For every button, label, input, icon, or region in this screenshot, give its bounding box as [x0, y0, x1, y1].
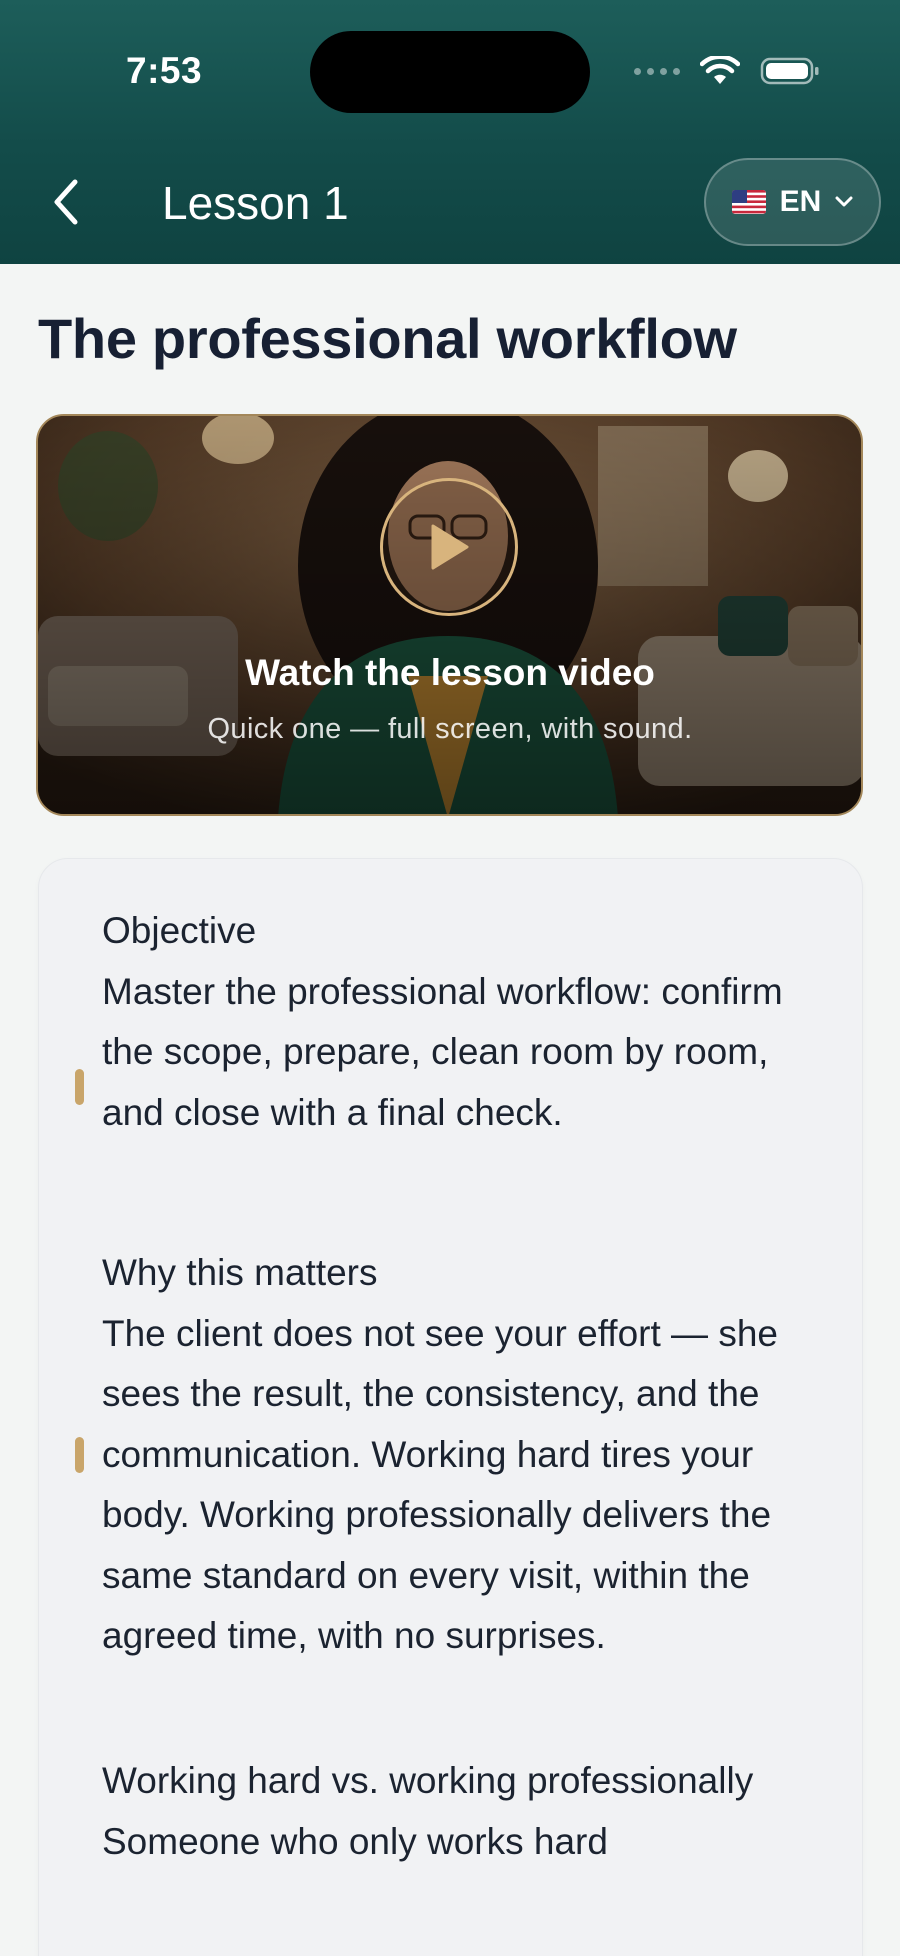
section-body: The client does not see your effort — sh…	[102, 1312, 778, 1657]
accent-bar	[75, 1437, 84, 1473]
chevron-down-icon	[835, 196, 853, 207]
navigation-bar: Lesson 1 EN	[0, 156, 900, 248]
play-icon	[431, 524, 469, 570]
section-label: Why this matters	[102, 1252, 378, 1293]
section-label: Objective	[102, 910, 257, 951]
video-title: Watch the lesson video	[245, 652, 655, 693]
section-label: Working hard vs. working professionally	[102, 1760, 754, 1801]
page-title: The professional workflow	[38, 307, 737, 370]
wifi-icon	[700, 56, 740, 86]
accent-bar	[75, 1069, 84, 1105]
battery-icon	[760, 56, 820, 86]
section-body: Someone who only works hard	[102, 1820, 608, 1862]
status-icons	[634, 56, 820, 86]
chevron-left-icon	[54, 179, 78, 225]
language-code: EN	[779, 185, 822, 218]
status-time: 7:53	[126, 50, 203, 91]
play-button[interactable]	[380, 478, 518, 616]
back-button[interactable]	[42, 174, 90, 230]
cellular-signal-icon	[634, 67, 680, 75]
language-selector[interactable]: EN	[704, 158, 881, 246]
lesson-content-card: Objective Master the professional workfl…	[38, 858, 863, 1956]
section-body: Master the professional workflow: confir…	[102, 970, 783, 1133]
video-subtitle: Quick one — full screen, with sound.	[207, 713, 693, 745]
header: 7:53 Lesson 1 EN	[0, 0, 900, 264]
us-flag-icon	[731, 190, 766, 214]
dynamic-island	[310, 31, 590, 113]
video-thumbnail	[38, 416, 861, 814]
nav-title: Lesson 1	[162, 177, 349, 229]
